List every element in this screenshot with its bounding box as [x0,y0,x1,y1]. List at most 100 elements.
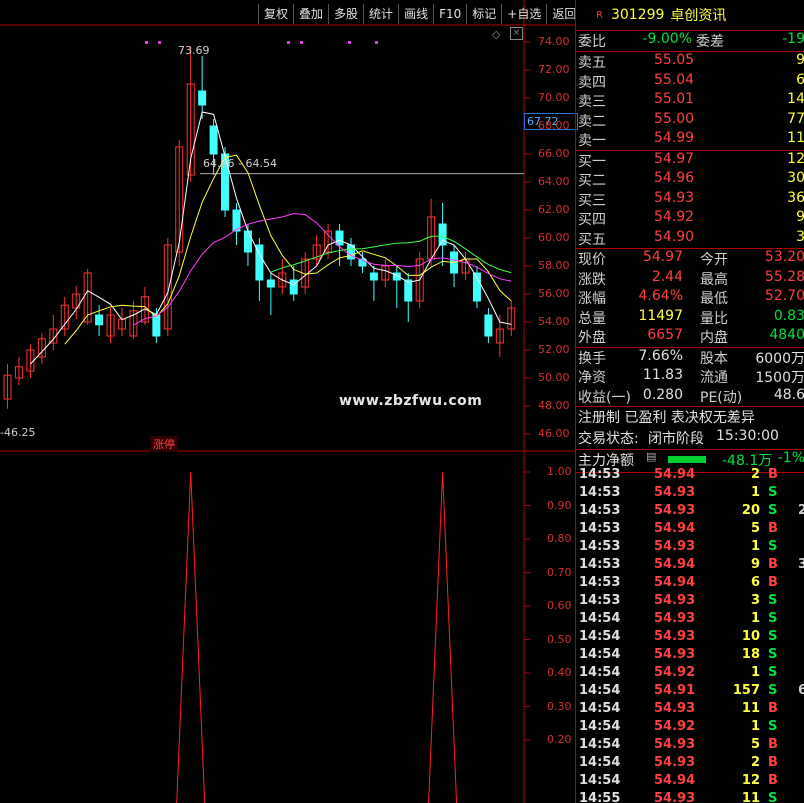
info-value: 0.280 [642,386,683,403]
buy-price: 54.90 [654,228,695,245]
price-tick-label: 58.00 [538,259,570,272]
buy-row[interactable]: 买一 54.97 12 [576,151,804,171]
tick-volume: 9 [750,557,760,572]
info-value-2: 1500万 [755,370,804,386]
quote-value-2: 53.20 [764,249,804,265]
tick-row[interactable]: 14:54 54.93 11 B [576,701,804,719]
tick-row[interactable]: 14:53 54.93 1 S [576,485,804,503]
signal-dot [145,41,148,44]
price-tick-label: 54.00 [538,315,570,328]
toolbar-button-5[interactable]: F10 [433,4,466,24]
buy-volume: 3 [796,229,804,245]
tick-volume: 11 [741,701,760,716]
quote-value-2: 55.28 [764,268,804,285]
tick-time: 14:54 [579,719,621,734]
tick-row[interactable]: 14:54 54.93 10 S [576,629,804,647]
tick-row[interactable]: 14:54 54.93 1 S [576,611,804,629]
buy-row[interactable]: 买三 54.93 36 [576,190,804,210]
buy-row[interactable]: 买五 54.90 3 [576,229,804,249]
diamond-icon[interactable]: ◇ [492,28,500,41]
price-tick-label: 68.00 [538,119,570,132]
buy-label: 买二 [578,173,606,189]
tick-side: B [768,737,778,752]
tick-time: 14:54 [579,665,621,680]
signal-tick-label: 0.40 [547,666,572,679]
tick-row[interactable]: 14:55 54.93 11 S [576,791,804,803]
sell-row[interactable]: 卖四 55.04 6 [576,72,804,92]
buy-volume: 30 [787,170,804,186]
signal-tick-label: 1.00 [547,465,572,478]
signal-dot [375,41,378,44]
sell-order-book: 卖五 55.05 9 卖四 55.04 6 卖三 55.01 14 卖二 55.00 77 卖一 54.9… [576,52,804,151]
capital-pct: -1% [777,450,804,466]
tick-side: S [768,665,778,680]
stock-header[interactable]: R 301299 卓创资讯 [576,0,804,31]
candle-body [266,279,275,288]
buy-row[interactable]: 买四 54.92 9 [576,209,804,229]
candle-body [484,314,493,337]
tick-row[interactable]: 14:53 54.94 9B 3 [576,557,804,575]
quote-value: 2.44 [651,268,683,285]
buy-label: 买三 [578,192,606,209]
price-tick-label: 64.00 [538,175,570,188]
tick-row[interactable]: 14:53 54.93 1 S [576,539,804,557]
tick-volume: 20 [741,503,760,518]
stock-tags: 注册制 已盈利 表决权无差异 [578,410,755,426]
tick-row[interactable]: 14:53 54.94 6 B [576,575,804,593]
tick-price: 54.93 [654,611,696,626]
tick-row[interactable]: 14:54 54.91 157 S 6 [576,683,804,701]
toolbar-button-0[interactable]: 复权 [258,4,293,24]
info-value-2: 6000万 [755,350,804,367]
buy-row[interactable]: 买二 54.96 30 [576,170,804,190]
tick-row[interactable]: 14:53 54.94 2 B [576,467,804,485]
toolbar-button-3[interactable]: 统计 [363,4,398,24]
kline-svg[interactable] [0,0,575,803]
info-label-2: PE(动) [700,389,743,406]
toolbar-button-1[interactable]: 叠加 [293,4,328,24]
list-icon[interactable]: ▤ [646,450,656,463]
tick-list[interactable]: 14:5354.942B14:5354.931S14:5354.9320S214… [576,467,804,803]
toolbar-button-6[interactable]: 标记 [466,4,501,24]
tick-row[interactable]: 14:54 54.93 5 B [576,737,804,755]
sell-row[interactable]: 卖一 54.99 11 [576,130,804,150]
tick-price: 54.93 [654,485,696,500]
toolbar-button-2[interactable]: 多股 [328,4,363,24]
tick-time: 14:54 [579,611,621,626]
toolbar-button-4[interactable]: 画线 [398,4,433,24]
tick-row[interactable]: 14:54 54.92 1 S [576,665,804,683]
sell-price: 55.00 [654,110,695,127]
tick-volume: 2 [750,755,760,770]
sell-row[interactable]: 卖三 55.01 14 [576,91,804,111]
ma30-line [270,235,512,274]
tick-row[interactable]: 14:53 54.94 5 B [576,521,804,539]
tick-price: 54.93 [654,755,696,770]
tick-time: 14:53 [579,521,621,536]
tick-price: 54.94 [654,575,696,590]
buy-price: 54.93 [654,189,695,206]
tick-time: 14:54 [579,737,621,752]
sell-row[interactable]: 卖二 55.00 77 [576,111,804,131]
tick-row[interactable]: 14:53 54.93 20 S 2 [576,503,804,521]
tick-row[interactable]: 14:54 54.94 12 B [576,773,804,791]
tick-count: 3 [798,557,804,572]
close-icon[interactable]: × [510,27,523,40]
toolbar-button-7[interactable]: +自选 [501,4,546,24]
buy-label: 买五 [578,231,606,248]
price-tick-label: 46.00 [538,427,570,440]
tick-row[interactable]: 14:54 54.93 2 B [576,755,804,773]
tick-price: 54.93 [654,701,696,716]
signal-dot [287,41,290,44]
tick-row[interactable]: 14:53 54.93 3 S [576,593,804,611]
tick-time: 14:53 [579,593,621,608]
candle-body [404,279,413,302]
tick-side: B [768,755,778,770]
tick-price: 54.91 [654,683,696,698]
quote-label-2: 最低 [700,291,728,307]
tick-row[interactable]: 14:54 54.93 18 S [576,647,804,665]
tick-row[interactable]: 14:54 54.92 1 S [576,719,804,737]
info-value: 7.66% [638,347,683,364]
tick-price: 54.93 [654,503,696,518]
candle-body [369,272,378,281]
kline-chart-area[interactable] [0,0,575,803]
sell-row[interactable]: 卖五 55.05 9 [576,52,804,72]
